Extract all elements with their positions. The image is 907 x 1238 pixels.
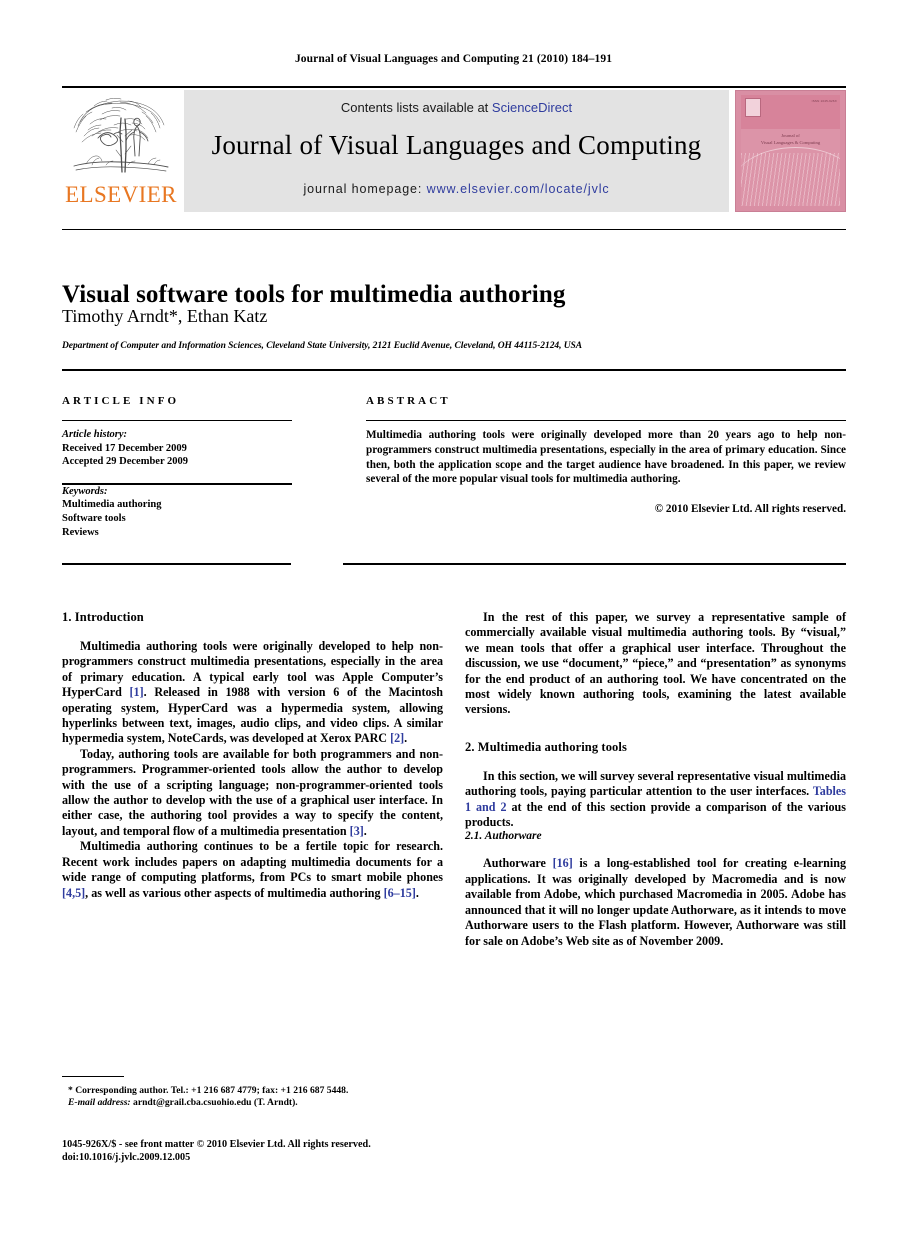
article-info-label: ARTICLE INFO [62,395,180,407]
corresponding-author-note: * Corresponding author. Tel.: +1 216 687… [68,1085,349,1096]
email-note: E-mail address: arndt@grail.cba.csuohio.… [62,1097,443,1109]
article-info-rule [62,420,292,421]
author-list: Timothy Arndt*, Ethan Katz [62,306,268,326]
author-affiliation: Department of Computer and Information S… [62,341,583,351]
paragraph-text: Today, authoring tools are available for… [62,746,443,838]
paragraph-text: Authorware [483,856,553,871]
doi-line: doi:10.1016/j.jvlc.2009.12.005 [62,1152,191,1164]
masthead-top-rule [62,86,846,88]
abstract-label: ABSTRACT [366,395,451,407]
masthead-bottom-rule [62,229,846,230]
contents-lists-text: Contents lists available at [340,100,492,115]
cover-journal-name-line2: Visual Languages & Computing [760,139,821,145]
body-top-rule-left [62,563,291,565]
paragraph: Today, authoring tools are available for… [62,747,443,839]
citation-ref[interactable]: [4,5] [62,886,85,900]
email-address[interactable]: arndt@grail.cba.csuohio.edu (T. Arndt). [131,1097,298,1108]
journal-homepage-link[interactable]: www.elsevier.com/locate/jvlc [427,182,610,196]
keywords-label: Keywords: [62,485,108,497]
body-column-left: 1. Introduction Multimedia authoring too… [62,610,443,901]
abstract-text: Multimedia authoring tools were original… [366,429,846,486]
paragraph-text: Multimedia authoring continues to be a f… [62,839,443,885]
footnote-block: * Corresponding author. Tel.: +1 216 687… [62,1085,443,1110]
running-head: Journal of Visual Languages and Computin… [294,53,613,65]
paragraph-text: . [363,823,367,838]
section-heading-introduction: 1. Introduction [62,610,144,624]
journal-homepage-line: journal homepage: www.elsevier.com/locat… [184,182,729,196]
sciencedirect-link[interactable]: ScienceDirect [492,100,572,115]
citation-ref[interactable]: [1] [130,685,144,699]
paragraph-text: , as well as various other aspects of mu… [85,885,384,900]
keyword-item: Multimedia authoring [62,499,162,511]
paragraph-text: at the end of this section provide a com… [465,799,846,830]
masthead-panel: Contents lists available at ScienceDirec… [184,90,729,212]
contents-lists-line: Contents lists available at ScienceDirec… [184,100,729,115]
issn-frontmatter-line: 1045-926X/$ - see front matter © 2010 El… [62,1139,371,1150]
subsection-heading-authorware: 2.1. Authorware [465,830,542,843]
elsevier-logo: ELSEVIER [62,90,180,212]
journal-masthead: ELSEVIER Contents lists available at Sci… [62,90,846,212]
body-top-rule-right [343,563,846,565]
footnote-rule [62,1076,124,1077]
info-block-top-rule [62,369,846,371]
cover-wave-pattern [741,153,840,206]
article-history-label: Article history: [62,429,128,440]
citation-ref[interactable]: [16] [553,856,573,870]
journal-cover-art: ISSN 1045-926X Journal of Visual Languag… [741,95,840,206]
citation-ref[interactable]: [3] [350,824,364,838]
paragraph: In this section, we will survey several … [465,769,846,831]
article-accepted-date: Accepted 29 December 2009 [62,456,189,468]
citation-ref[interactable]: [2] [390,731,404,745]
citation-ref[interactable]: [6–15] [384,886,416,900]
journal-cover-thumbnail: ISSN 1045-926X Journal of Visual Languag… [735,90,846,212]
journal-title: Journal of Visual Languages and Computin… [211,130,702,160]
paragraph: Multimedia authoring continues to be a f… [62,839,443,901]
cover-elsevier-mark [745,98,761,117]
journal-homepage-label: journal homepage: [303,182,427,196]
paragraph-text: . [404,731,408,746]
section-heading-multimedia-authoring-tools: 2. Multimedia authoring tools [465,739,627,754]
cover-journal-name: Journal of Visual Languages & Computing [741,133,840,146]
article-received-date: Received 17 December 2009 [62,442,187,454]
paragraph: Authorware [16] is a long-established to… [465,856,846,948]
cover-issn: ISSN 1045-926X [811,99,837,103]
article-info-divider-rule [62,483,292,485]
elsevier-wordmark: ELSEVIER [65,182,177,207]
paragraph: In the rest of this paper, we survey a r… [465,610,846,717]
abstract-rule [366,420,846,421]
body-column-right: In the rest of this paper, we survey a r… [465,610,846,949]
keyword-item: Reviews [62,526,99,538]
copyright-line: © 2010 Elsevier Ltd. All rights reserved… [654,503,846,515]
elsevier-tree-icon [68,92,174,180]
keyword-item: Software tools [62,512,126,524]
article-page: Journal of Visual Languages and Computin… [0,0,907,1238]
paragraph-text: In this section, we will survey several … [465,768,846,799]
paragraph-text: . [415,885,419,900]
paragraph: Multimedia authoring tools were original… [62,639,443,747]
imprint-block: 1045-926X/$ - see front matter © 2010 El… [62,1138,443,1164]
email-label: E-mail address: [68,1097,131,1109]
